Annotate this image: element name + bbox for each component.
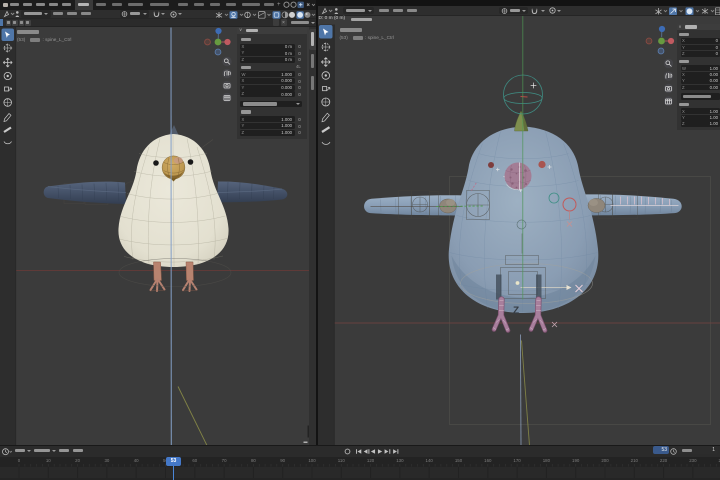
svg-text:Z: Z xyxy=(513,305,519,316)
